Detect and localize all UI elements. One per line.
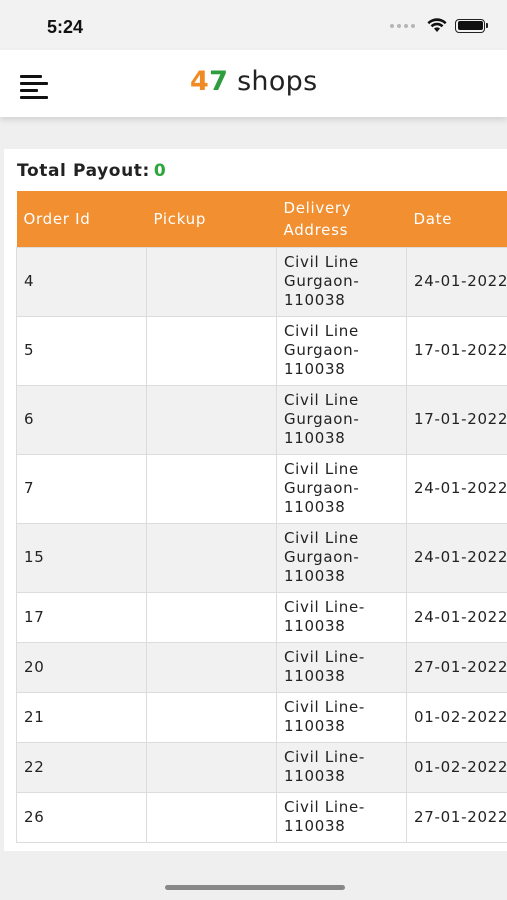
logo-digit-7: 7 (209, 66, 229, 97)
address-cell: Civil Line-110038 (276, 741, 407, 793)
address-cell: Civil Line-110038 (276, 641, 407, 693)
order-id-cell: 26 (16, 791, 147, 843)
table-row[interactable]: 21 Civil Line-110038 01-02-2022 (16, 691, 507, 743)
date-cell: 17-01-2022 (406, 315, 507, 386)
orders-table: Order Id Pickup Delivery Address Date 4 … (16, 191, 507, 843)
total-payout: Total Payout: 0 (17, 161, 166, 181)
table-row[interactable]: 6 Civil Line Gurgaon-110038 17-01-2022 (16, 384, 507, 455)
pickup-cell (146, 741, 277, 793)
logo-text: shops (228, 66, 318, 97)
status-bar: 5:24 (0, 0, 507, 50)
date-cell: 24-01-2022 (406, 453, 507, 524)
order-id-cell: 20 (16, 641, 147, 693)
table-row[interactable]: 15 Civil Line Gurgaon-110038 24-01-2022 (16, 522, 507, 593)
address-cell: Civil Line Gurgaon-110038 (276, 315, 407, 386)
cellular-signal-icon (390, 23, 415, 28)
logo-digit-4: 4 (190, 66, 210, 97)
status-time: 5:24 (47, 17, 84, 37)
pickup-cell (146, 641, 277, 693)
orders-card: Total Payout: 0 Order Id Pickup Delivery … (4, 149, 507, 851)
total-payout-label: Total Payout: (17, 161, 150, 181)
table-row[interactable]: 26 Civil Line-110038 27-01-2022 (16, 791, 507, 843)
pickup-cell (146, 522, 277, 593)
order-id-cell: 22 (16, 741, 147, 793)
date-cell: 01-02-2022 (406, 741, 507, 793)
table-row[interactable]: 17 Civil Line-110038 24-01-2022 (16, 591, 507, 643)
column-header-delivery-address: Delivery Address (276, 191, 407, 247)
date-cell: 24-01-2022 (406, 246, 507, 317)
column-header-order-id: Order Id (16, 191, 147, 247)
app-header: 47 shops (0, 50, 507, 117)
app-logo: 47 shops (190, 66, 317, 97)
order-id-cell: 5 (16, 315, 147, 386)
address-cell: Civil Line Gurgaon-110038 (276, 246, 407, 317)
address-cell: Civil Line Gurgaon-110038 (276, 384, 407, 455)
pickup-cell (146, 315, 277, 386)
order-id-cell: 15 (16, 522, 147, 593)
pickup-cell (146, 591, 277, 643)
battery-icon (455, 18, 488, 33)
address-cell: Civil Line-110038 (276, 791, 407, 843)
column-header-pickup: Pickup (146, 191, 277, 247)
pickup-cell (146, 453, 277, 524)
order-id-cell: 7 (16, 453, 147, 524)
wifi-icon (427, 18, 447, 32)
date-cell: 24-01-2022 (406, 591, 507, 643)
order-id-cell: 4 (16, 246, 147, 317)
table-row[interactable]: 4 Civil Line Gurgaon-110038 24-01-2022 (16, 246, 507, 317)
address-cell: Civil Line Gurgaon-110038 (276, 522, 407, 593)
order-id-cell: 17 (16, 591, 147, 643)
pickup-cell (146, 691, 277, 743)
total-payout-value: 0 (153, 161, 167, 181)
date-cell: 17-01-2022 (406, 384, 507, 455)
status-icons (390, 18, 488, 33)
table-row[interactable]: 5 Civil Line Gurgaon-110038 17-01-2022 (16, 315, 507, 386)
address-cell: Civil Line-110038 (276, 691, 407, 743)
date-cell: 27-01-2022 (406, 641, 507, 693)
date-cell: 27-01-2022 (406, 791, 507, 843)
pickup-cell (146, 791, 277, 843)
address-cell: Civil Line-110038 (276, 591, 407, 643)
menu-icon[interactable] (20, 75, 48, 99)
address-cell: Civil Line Gurgaon-110038 (276, 453, 407, 524)
table-row[interactable]: 20 Civil Line-110038 27-01-2022 (16, 641, 507, 693)
home-indicator[interactable] (165, 885, 345, 890)
pickup-cell (146, 384, 277, 455)
order-id-cell: 21 (16, 691, 147, 743)
order-id-cell: 6 (16, 384, 147, 455)
table-row[interactable]: 22 Civil Line-110038 01-02-2022 (16, 741, 507, 793)
table-header-row: Order Id Pickup Delivery Address Date (16, 191, 507, 247)
column-header-date: Date (406, 191, 507, 247)
table-row[interactable]: 7 Civil Line Gurgaon-110038 24-01-2022 (16, 453, 507, 524)
pickup-cell (146, 246, 277, 317)
date-cell: 01-02-2022 (406, 691, 507, 743)
date-cell: 24-01-2022 (406, 522, 507, 593)
